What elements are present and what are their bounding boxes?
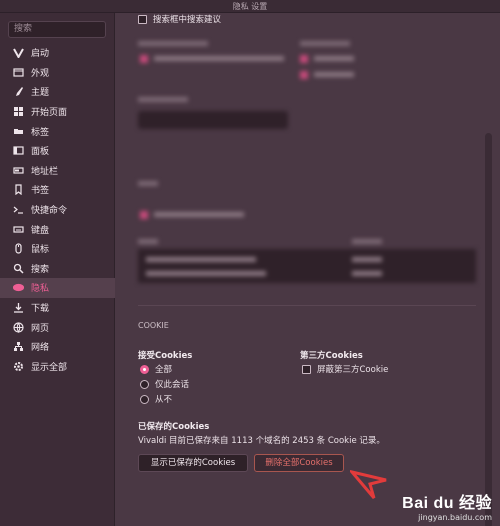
sidebar-item-label: 隐私	[31, 284, 50, 295]
sidebar-item-11[interactable]: 搜索	[0, 259, 115, 279]
tabs-icon	[12, 126, 25, 137]
accept-never-radio[interactable]	[140, 394, 149, 404]
accept-session-label: 仅此会话	[155, 380, 190, 390]
accept-cookies-all-option[interactable]: 全部	[140, 363, 172, 375]
show-saved-cookies-button[interactable]: 显示已保存的Cookies	[138, 454, 248, 472]
accept-all-radio[interactable]	[140, 364, 149, 374]
accept-cookies-session-option[interactable]: 仅此会话	[140, 378, 189, 390]
accept-all-label: 全部	[155, 365, 173, 375]
accept-never-label: 从不	[155, 395, 173, 405]
accept-cookies-never-option[interactable]: 从不	[140, 393, 172, 405]
cookie-section-title: COOKIE	[138, 321, 169, 330]
sidebar-item-12[interactable]: 隐私	[0, 278, 115, 298]
paw-logo-icon	[347, 469, 390, 500]
grid-icon	[12, 106, 25, 117]
block-third-party-checkbox[interactable]	[302, 364, 311, 374]
content-scrollbar[interactable]	[485, 133, 492, 526]
eye-icon	[12, 282, 25, 293]
sidebar-item-9[interactable]: 键盘	[0, 219, 115, 239]
panel-icon	[12, 145, 25, 156]
delete-all-cookies-button[interactable]: 删除全部Cookies	[254, 454, 344, 472]
bookmark-icon	[12, 184, 25, 196]
settings-nav: 启动外观主题开始页面标签面板地址栏书签快捷命令键盘鼠标搜索隐私下载网页网络显示全…	[0, 43, 115, 376]
mouse-icon	[12, 243, 25, 254]
sidebar-item-label: 主题	[31, 88, 50, 99]
sidebar-item-1[interactable]: 外观	[0, 63, 115, 83]
window-title: 隐私 设置	[0, 0, 500, 13]
sidebar-item-label: 搜索	[31, 264, 50, 275]
sidebar-item-6[interactable]: 地址栏	[0, 161, 115, 181]
network-icon	[12, 341, 25, 352]
search-suggestions-label: 搜索框中搜索建议	[153, 15, 222, 25]
accept-session-radio[interactable]	[140, 379, 149, 389]
command-prompt-icon	[12, 204, 25, 215]
sidebar-item-label: 下载	[31, 304, 50, 315]
sidebar-item-3[interactable]: 开始页面	[0, 102, 115, 122]
sidebar-item-4[interactable]: 标签	[0, 121, 115, 141]
window-icon	[12, 67, 25, 78]
keyboard-icon	[12, 224, 25, 235]
sidebar-item-label: 面板	[31, 147, 50, 158]
sidebar-item-15[interactable]: 网络	[0, 337, 115, 357]
settings-sidebar: 搜索 启动 外观 主题 开始页面 标签 面板 地址栏 书签 快捷命令 键盘 鼠标 搜索 隐私 下载 网页 网络…	[0, 13, 115, 526]
sidebar-item-7[interactable]: 书签	[0, 180, 115, 200]
sidebar-item-label: 地址栏	[31, 166, 59, 177]
download-icon	[12, 302, 25, 313]
sidebar-item-0[interactable]: 启动	[0, 43, 115, 63]
settings-search-input[interactable]: 搜索	[8, 21, 106, 38]
sidebar-item-13[interactable]: 下载	[0, 298, 115, 318]
baidu-watermark: Bai du 经验 jingyan.baidu.com	[402, 489, 492, 522]
sidebar-item-label: 网页	[31, 323, 50, 334]
accept-cookies-heading: 接受Cookies	[138, 351, 193, 361]
sidebar-item-5[interactable]: 面板	[0, 141, 115, 161]
vivaldi-logo-icon	[12, 47, 25, 59]
saved-cookies-heading: 已保存的Cookies	[138, 422, 210, 432]
sidebar-item-label: 开始页面	[31, 108, 68, 119]
brush-icon	[12, 86, 25, 97]
search-suggestions-checkbox[interactable]	[138, 14, 147, 24]
block-third-party-option[interactable]: 屏蔽第三方Cookie	[302, 363, 388, 375]
search-icon	[12, 263, 25, 274]
sidebar-item-label: 标签	[31, 127, 50, 138]
sidebar-item-label: 外观	[31, 68, 50, 79]
gear-icon	[12, 361, 25, 372]
saved-cookies-info: Vivaldi 目前已保存来自 1113 个域名的 2453 条 Cookie …	[138, 436, 385, 446]
sidebar-item-label: 显示全部	[31, 362, 68, 373]
sidebar-item-label: 启动	[31, 49, 50, 60]
sidebar-item-16[interactable]: 显示全部	[0, 357, 115, 377]
section-divider	[138, 305, 476, 306]
watermark-url: jingyan.baidu.com	[418, 513, 492, 522]
search-suggestions-option[interactable]: 搜索框中搜索建议	[138, 13, 221, 25]
watermark-logo: Bai du 经验	[402, 495, 492, 512]
sidebar-item-14[interactable]: 网页	[0, 317, 115, 337]
sidebar-item-2[interactable]: 主题	[0, 82, 115, 102]
sidebar-item-label: 书签	[31, 186, 50, 197]
address-bar-icon	[12, 165, 25, 176]
sidebar-item-10[interactable]: 鼠标	[0, 239, 115, 259]
settings-content: 搜索框中搜索建议 COOKIE 接受Cookies 全部 仅此会话 从不 第三方…	[116, 13, 500, 526]
sidebar-item-8[interactable]: 快捷命令	[0, 200, 115, 220]
block-third-party-label: 屏蔽第三方Cookie	[317, 365, 389, 375]
third-party-cookies-heading: 第三方Cookies	[300, 351, 363, 361]
sidebar-item-label: 鼠标	[31, 245, 50, 256]
sidebar-item-label: 网络	[31, 343, 50, 354]
sidebar-item-label: 快捷命令	[31, 206, 68, 217]
sidebar-item-label: 键盘	[31, 225, 50, 236]
globe-icon	[12, 322, 25, 333]
